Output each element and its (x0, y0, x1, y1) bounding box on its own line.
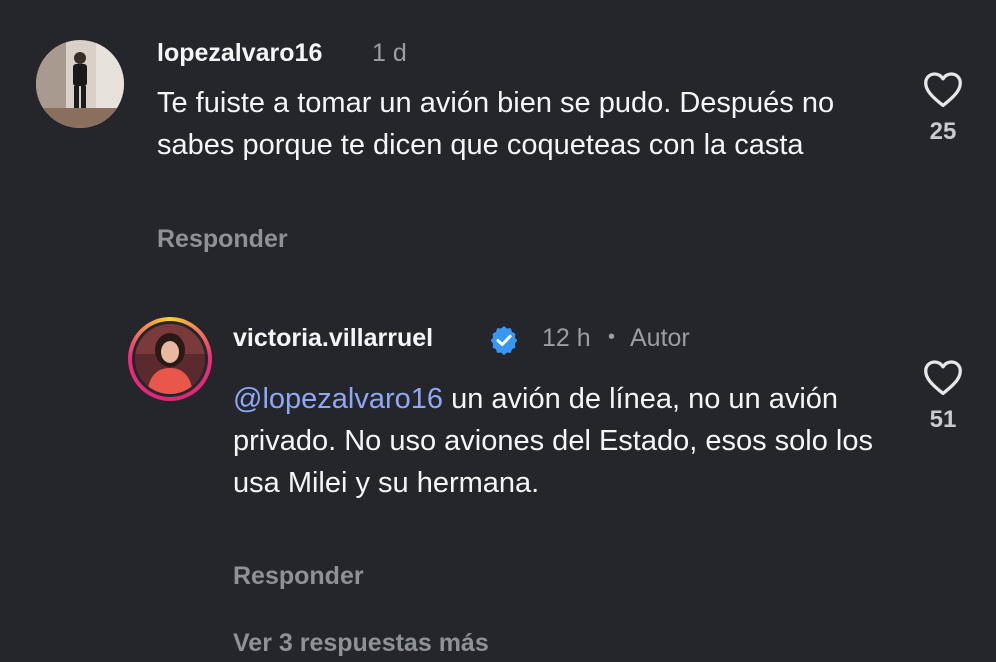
author-badge: Autor (630, 324, 690, 352)
comment-username[interactable]: victoria.villarruel (233, 324, 433, 353)
avatar (132, 321, 208, 397)
like-control: 51 (918, 358, 968, 434)
avatar-story-ring[interactable] (128, 317, 212, 401)
view-more-replies-button[interactable]: Ver 3 respuestas más (233, 629, 489, 658)
comment-victoria-villarruel: victoria.villarruel 12 h • Autor @lopeza… (0, 0, 996, 662)
meta-separator: • (608, 326, 616, 348)
mention-link[interactable]: @lopezalvaro16 (233, 383, 443, 415)
comment-text: @lopezalvaro16 un avión de línea, no un … (233, 378, 893, 504)
verified-badge-icon (490, 326, 518, 356)
comment-timestamp: 12 h (542, 324, 591, 352)
like-count: 51 (929, 406, 957, 433)
reply-button[interactable]: Responder (233, 562, 364, 591)
heart-icon[interactable] (922, 358, 964, 396)
